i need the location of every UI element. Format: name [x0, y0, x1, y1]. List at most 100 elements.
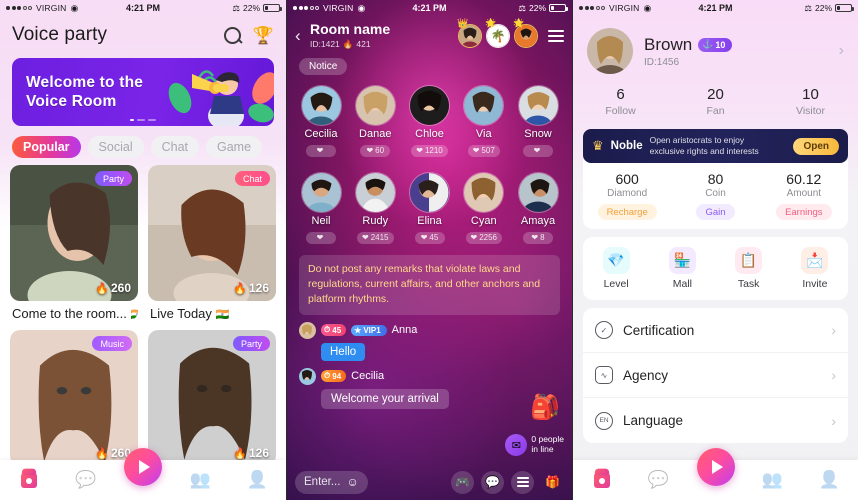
wallet-label: Coin — [705, 188, 726, 199]
profile-name: Brown — [644, 34, 693, 54]
quick-level[interactable]: 💎 Level — [583, 247, 649, 290]
play-button[interactable] — [124, 448, 162, 486]
seat[interactable]: Danae ❤ 60 — [350, 85, 400, 158]
open-button[interactable]: Open — [793, 137, 839, 155]
seat[interactable]: Neil ❤ — [296, 172, 346, 245]
noble-banner[interactable]: ♛ Noble Open aristocrats to enjoy exclus… — [583, 129, 848, 163]
hamburger-icon[interactable] — [548, 30, 564, 42]
host-avatar-1[interactable]: 👑 — [457, 18, 482, 48]
quick-invite[interactable]: 📩 Invite — [782, 247, 848, 290]
tab-social[interactable]: Social — [87, 136, 144, 158]
gain-button[interactable]: Gain — [696, 204, 735, 220]
seat[interactable]: Snow ❤ — [513, 85, 563, 158]
room-tag: Party — [94, 171, 132, 186]
tab-profile[interactable]: 👤 — [229, 470, 286, 490]
tab-profile[interactable]: 👤 — [801, 470, 858, 490]
trophy-icon[interactable]: 🏆 — [253, 27, 274, 44]
message-bubble: Hello — [321, 342, 366, 361]
tab-game[interactable]: Game — [206, 136, 263, 158]
quick-task[interactable]: 📋 Task — [716, 247, 782, 290]
avatar — [463, 172, 505, 213]
profile-name-row: Brown ⚓ 10 — [644, 34, 733, 55]
host-avatar-2[interactable]: 🌟 🌴 — [485, 18, 510, 48]
treasure-chest-icon[interactable]: 🎒 — [530, 393, 560, 422]
seat-name: Snow — [524, 128, 552, 140]
game-controller-icon[interactable]: 🎮 — [451, 470, 474, 494]
avatar[interactable] — [299, 367, 316, 385]
avatar — [517, 172, 559, 213]
crown-icon: 👑 — [457, 18, 469, 28]
host-avatar-3[interactable]: 🌟 — [513, 18, 538, 48]
room-card[interactable]: Music 🔥 260 — [10, 330, 138, 466]
noble-desc-line-2: exclusive rights and interests — [649, 146, 759, 156]
like-value: 2256 — [479, 233, 497, 242]
chat-input[interactable]: Enter... ☺ — [295, 470, 368, 494]
promo-banner[interactable]: Welcome to the Voice Room — [12, 58, 274, 126]
tab-message[interactable]: 💬 — [57, 470, 114, 490]
seat[interactable]: Via ❤ 507 — [459, 85, 509, 158]
search-icon[interactable] — [223, 26, 241, 44]
avatar[interactable] — [299, 321, 316, 339]
recharge-button[interactable]: Recharge — [597, 204, 657, 220]
seat-name: Cyan — [470, 215, 497, 227]
seat[interactable]: Cecilia ❤ — [296, 85, 346, 158]
menu-agency[interactable]: ∿ Agency › — [583, 353, 848, 398]
room-card[interactable]: Party 🔥 260 Come to the room... 🇮🇳 — [10, 165, 138, 321]
heart-icon: ❤ — [316, 146, 324, 155]
hot-value: 260 — [110, 281, 131, 295]
banner-text: Welcome to the Voice Room — [12, 73, 143, 112]
seat[interactable]: Amaya ❤ 8 — [513, 172, 563, 245]
tab-chat[interactable]: Chat — [150, 136, 199, 158]
room-name: Room name — [310, 21, 391, 38]
queue-indicator[interactable]: ✉ 0 people in line — [505, 434, 564, 456]
seat-name: Via — [475, 128, 492, 140]
wallet-diamond[interactable]: 600 Diamond Recharge — [583, 171, 671, 220]
wallet-coin[interactable]: 80 Coin Gain — [671, 171, 759, 220]
wallet-amount[interactable]: 60.12 Amount Earnings — [760, 171, 848, 220]
stat-follow[interactable]: 6 Follow — [573, 86, 668, 117]
tab-group[interactable]: 👥 — [172, 470, 229, 490]
seat[interactable]: Elina ❤ 45 — [405, 172, 455, 245]
gift-icon[interactable]: 🎁 — [541, 471, 564, 494]
seat[interactable]: Cyan ❤ 2256 — [459, 172, 509, 245]
tab-popular[interactable]: Popular — [12, 136, 81, 158]
room-card[interactable]: Party 🔥 126 — [148, 330, 276, 466]
hamburger-icon[interactable] — [511, 470, 534, 494]
chevron-left-icon[interactable]: ‹ — [295, 26, 308, 46]
wallet-label: Amount — [786, 188, 822, 199]
flame-icon: 🔥 — [233, 282, 247, 295]
hamburger-icon[interactable] — [276, 141, 278, 153]
tab-home[interactable] — [0, 472, 57, 488]
tab-home[interactable] — [573, 472, 630, 488]
chat-action-icons: 🎮 💬 🎁 — [451, 470, 564, 494]
play-button[interactable] — [696, 448, 735, 486]
room-thumbnail: Party 🔥 126 — [148, 330, 276, 466]
room-card[interactable]: Chat 🔥 126 Live Today 🇮🇳 — [148, 165, 276, 321]
room-meta: Room name ID:1421 🔥 421 — [310, 21, 391, 49]
avatar[interactable] — [587, 28, 633, 74]
profile-header[interactable]: Brown ⚓ 10 ID:1456 › — [573, 16, 858, 80]
smiley-icon[interactable]: ☺ — [346, 475, 358, 489]
menu-certification[interactable]: ✓ Certification › — [583, 308, 848, 353]
room-hot-count: 🔥 260 — [95, 281, 131, 295]
earnings-button[interactable]: Earnings — [776, 204, 832, 220]
tab-message[interactable]: 💬 — [630, 470, 687, 490]
quick-label: Level — [603, 278, 629, 290]
seat-name: Danae — [359, 128, 392, 140]
tab-group[interactable]: 👥 — [744, 470, 801, 490]
chevron-right-icon[interactable]: › — [839, 42, 844, 60]
noble-desc-line-1: Open aristocrats to enjoy — [649, 135, 745, 146]
menu-language[interactable]: EN Language › — [583, 398, 848, 443]
seat[interactable]: Rudy ❤ 2415 — [350, 172, 400, 245]
vip-badge: ★ VIP1 — [351, 324, 387, 336]
banner-line-1: Welcome to the — [26, 73, 144, 91]
stat-visitor[interactable]: 10 Visitor — [763, 86, 858, 117]
chat-bubble-icon[interactable]: 💬 — [481, 470, 504, 494]
stat-fan[interactable]: 20 Fan — [668, 86, 763, 117]
envelope-icon: ✉ — [505, 434, 528, 456]
quick-mall[interactable]: 🏪 Mall — [649, 247, 715, 290]
room-grid: Party 🔥 260 Come to the room... 🇮🇳 Chat … — [0, 165, 286, 466]
seat-like-count: ❤ — [523, 144, 553, 157]
seat[interactable]: Chloe ❤ 1210 — [405, 85, 455, 158]
notice-button[interactable]: Notice — [299, 58, 348, 75]
